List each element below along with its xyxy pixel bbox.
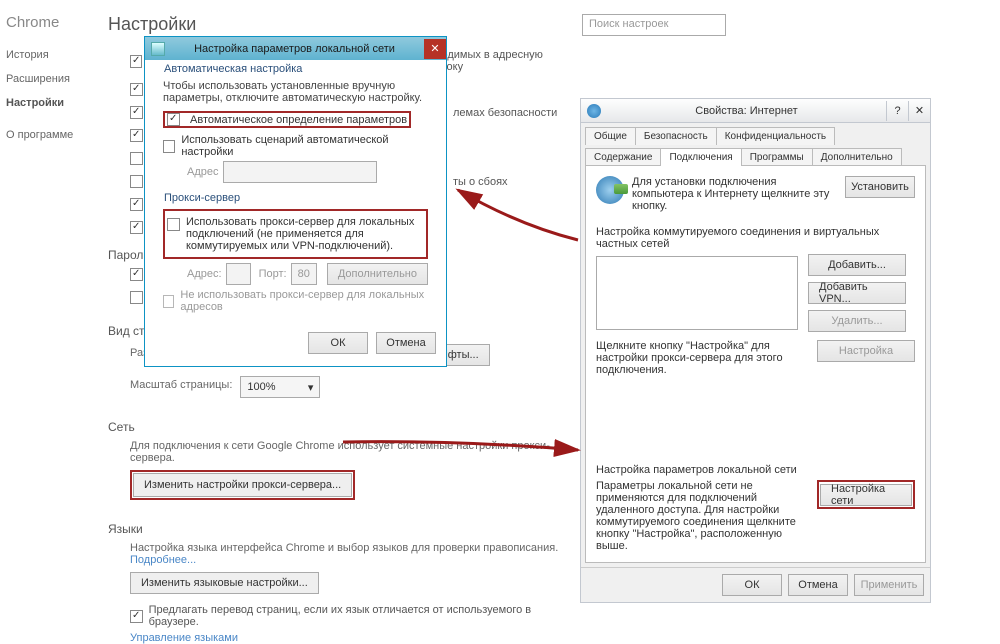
auto-desc: Чтобы использовать установленные вручную… xyxy=(163,80,428,104)
inet-ok-button[interactable]: ОК xyxy=(722,574,782,596)
proxy-settings-button[interactable]: Изменить настройки прокси-сервера... xyxy=(133,473,352,497)
chrome-sidebar: Chrome История Расширения Настройки О пр… xyxy=(6,14,96,153)
proxy-address-input[interactable] xyxy=(226,263,251,285)
checkbox-translate[interactable] xyxy=(130,610,143,623)
lan-titlebar: Настройка параметров локальной сети ✕ xyxy=(145,37,446,60)
auto-config-fieldset: Чтобы использовать установленные вручную… xyxy=(155,70,436,191)
proxy-advanced-button[interactable]: Дополнительно xyxy=(327,263,428,285)
setup-button[interactable]: Установить xyxy=(845,176,915,198)
checkbox[interactable] xyxy=(130,55,142,68)
inet-title: Свойства: Интернет xyxy=(607,105,886,117)
inet-cancel-button[interactable]: Отмена xyxy=(788,574,848,596)
zoom-label: Масштаб страницы: xyxy=(130,379,232,391)
lan-cancel-button[interactable]: Отмена xyxy=(376,332,436,354)
checkbox[interactable] xyxy=(130,268,143,281)
section-network: Сеть xyxy=(108,420,568,434)
dial-section-label: Настройка коммутируемого соединения и ви… xyxy=(596,226,915,250)
globe-icon xyxy=(587,104,601,118)
section-languages: Языки xyxy=(108,522,568,536)
checkbox[interactable] xyxy=(130,129,143,142)
lan-desc-text: Параметры локальной сети не применяются … xyxy=(596,480,807,552)
settings-search-input[interactable]: Поиск настроек xyxy=(582,14,726,36)
tab-security[interactable]: Безопасность xyxy=(635,127,717,145)
sidebar-item-extensions[interactable]: Расширения xyxy=(6,73,96,85)
add-vpn-button[interactable]: Добавить VPN... xyxy=(808,282,906,304)
lan-title: Настройка параметров локальной сети xyxy=(165,43,424,55)
proxy-port-label: Порт: xyxy=(259,268,287,280)
help-icon[interactable]: ? xyxy=(886,101,908,121)
connection-settings-button[interactable]: Настройка xyxy=(817,340,915,362)
proxy-port-input[interactable]: 80 xyxy=(291,263,317,285)
checkbox-use-script[interactable] xyxy=(163,140,175,153)
tab-programs[interactable]: Программы xyxy=(741,148,813,166)
checkbox[interactable] xyxy=(130,198,143,211)
lan-ok-button[interactable]: ОК xyxy=(308,332,368,354)
checkbox[interactable] xyxy=(130,221,143,234)
add-connection-button[interactable]: Добавить... xyxy=(808,254,906,276)
checkbox-auto-detect[interactable] xyxy=(167,113,180,126)
network-desc: Для подключения к сети Google Chrome исп… xyxy=(130,440,568,464)
chrome-brand: Chrome xyxy=(6,14,96,31)
inet-apply-button[interactable]: Применить xyxy=(854,574,924,596)
inet-content: Для установки подключения компьютера к И… xyxy=(585,165,926,563)
inet-tabs-row1: Общие Безопасность Конфиденциальность xyxy=(581,123,930,144)
checkbox-bypass-local[interactable] xyxy=(163,295,174,308)
checkbox-use-proxy[interactable] xyxy=(167,218,180,231)
lan-icon xyxy=(151,42,165,56)
zoom-select[interactable]: 100%▾ xyxy=(240,376,320,398)
tab-content[interactable]: Содержание xyxy=(585,148,661,166)
inet-titlebar: Свойства: Интернет ? ✕ xyxy=(581,99,930,123)
lan-section-label: Настройка параметров локальной сети xyxy=(596,464,915,476)
checkbox[interactable] xyxy=(130,175,143,188)
delete-connection-button[interactable]: Удалить... xyxy=(808,310,906,332)
sidebar-item-history[interactable]: История xyxy=(6,49,96,61)
script-address-input[interactable] xyxy=(223,161,377,183)
checkbox[interactable] xyxy=(130,291,143,304)
checkbox[interactable] xyxy=(130,106,143,119)
tab-privacy[interactable]: Конфиденциальность xyxy=(716,127,835,145)
inet-tabs-row2: Содержание Подключения Программы Дополни… xyxy=(581,144,930,165)
proxy-address-label: Адрес: xyxy=(187,268,222,280)
proxy-hint-text: Щелкните кнопку "Настройка" для настройк… xyxy=(596,340,807,376)
checkbox[interactable] xyxy=(130,152,143,165)
tab-advanced[interactable]: Дополнительно xyxy=(812,148,902,166)
setup-text: Для установки подключения компьютера к И… xyxy=(632,176,837,212)
language-settings-button[interactable]: Изменить языковые настройки... xyxy=(130,572,319,594)
sidebar-item-about[interactable]: О программе xyxy=(6,129,96,141)
lan-settings-dialog: Настройка параметров локальной сети ✕ Чт… xyxy=(144,36,447,367)
lan-settings-button[interactable]: Настройка сети xyxy=(820,484,912,506)
proxy-fieldset: Использовать прокси-сервер для локальных… xyxy=(155,199,436,324)
script-address-label: Адрес xyxy=(187,166,219,178)
page-title: Настройки xyxy=(108,14,568,35)
internet-properties-dialog: Свойства: Интернет ? ✕ Общие Безопасност… xyxy=(580,98,931,603)
tab-connections[interactable]: Подключения xyxy=(660,148,741,166)
connection-wizard-icon xyxy=(596,176,624,204)
lang-more-link[interactable]: Подробнее... xyxy=(130,554,196,566)
close-icon[interactable]: ✕ xyxy=(908,101,930,121)
checkbox[interactable] xyxy=(130,83,143,96)
sidebar-item-settings[interactable]: Настройки xyxy=(6,97,96,109)
manage-languages-link[interactable]: Управление языками xyxy=(130,632,238,644)
close-icon[interactable]: ✕ xyxy=(424,39,446,59)
connections-listbox[interactable] xyxy=(596,256,798,330)
tab-general[interactable]: Общие xyxy=(585,127,636,145)
inet-bottom-buttons: ОК Отмена Применить xyxy=(581,567,930,602)
